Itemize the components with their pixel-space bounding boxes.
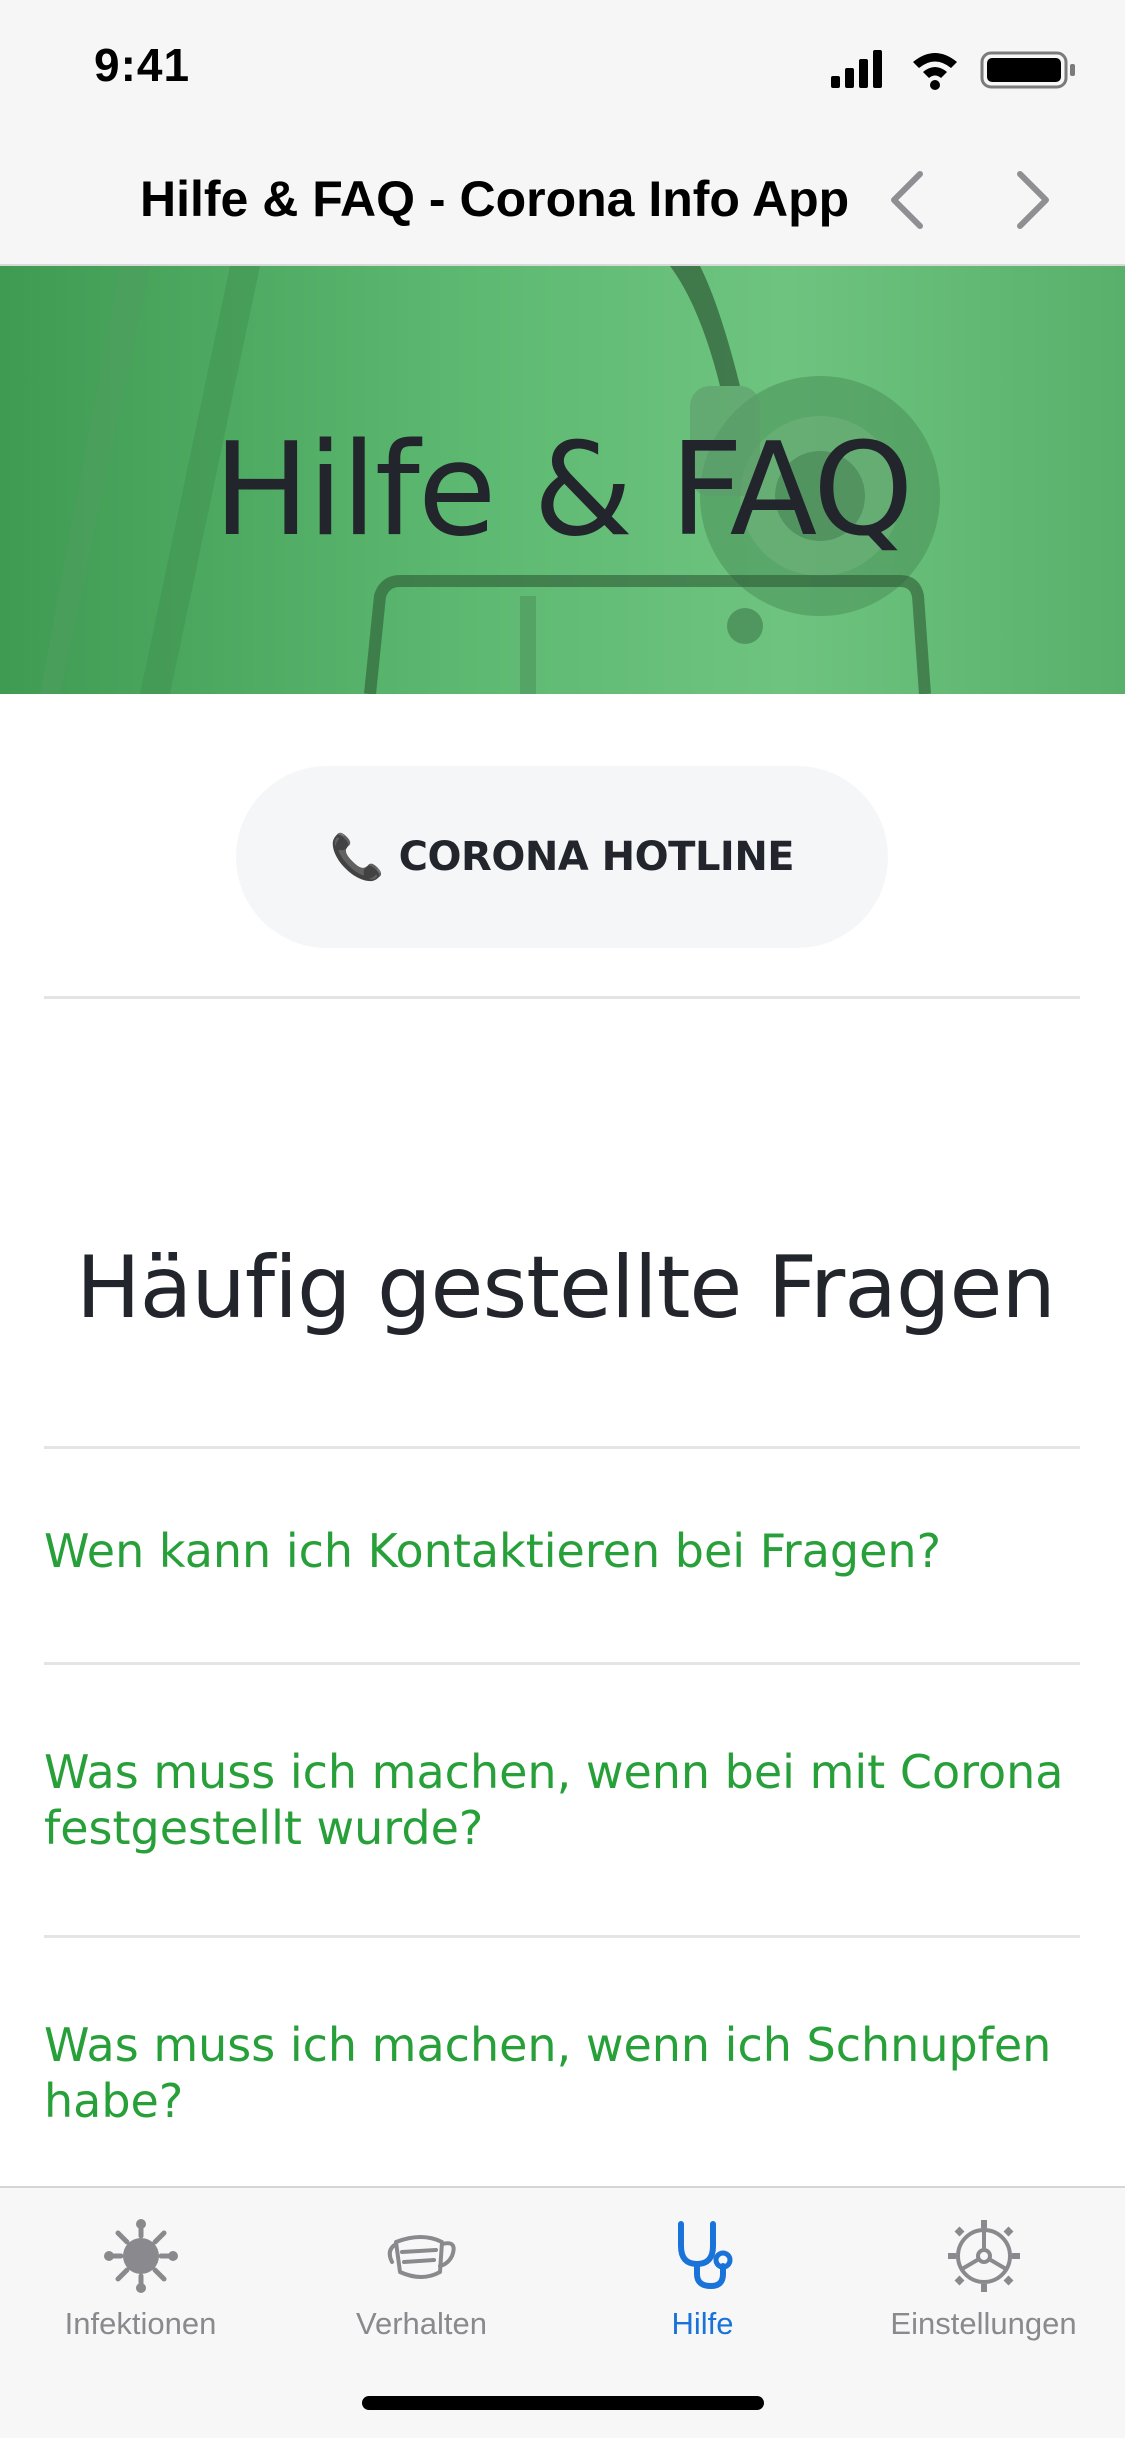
chevron-left-icon[interactable]: [880, 168, 940, 232]
hero-banner: Hilfe & FAQ: [0, 266, 1125, 694]
mask-icon: [387, 2235, 456, 2279]
faq-item[interactable]: Wen kann ich Kontaktieren bei Fragen?: [44, 1523, 1080, 1579]
tab-label: Verhalten: [356, 2306, 487, 2341]
tab-label: Hilfe: [671, 2306, 734, 2341]
divider: [44, 1662, 1080, 1665]
faq-item[interactable]: Was muss ich machen, wenn ich Schnupfen …: [44, 2017, 1080, 2129]
phone-icon: 📞: [329, 832, 385, 883]
virus-icon: [103, 2219, 178, 2293]
wifi-icon: [913, 53, 957, 90]
faq-heading: Häufig gestellte Fragen: [76, 1238, 1056, 1338]
stethoscope-icon: [677, 2221, 732, 2290]
settings-wheel-icon: [947, 2220, 1020, 2292]
home-indicator: [362, 2396, 764, 2410]
tab-infektionen[interactable]: Infektionen: [0, 2216, 281, 2366]
cellular-signal-icon: [831, 50, 882, 88]
divider: [44, 1446, 1080, 1449]
tab-label: Einstellungen: [890, 2306, 1077, 2341]
corona-hotline-button[interactable]: 📞 CORONA HOTLINE: [236, 766, 888, 948]
status-bar: 9:41: [0, 0, 1125, 130]
status-time: 9:41: [94, 39, 191, 91]
hotline-label: CORONA HOTLINE: [398, 834, 795, 880]
chevron-right-icon[interactable]: [1000, 168, 1060, 232]
status-icons: [831, 50, 1075, 90]
tab-einstellungen[interactable]: Einstellungen: [843, 2216, 1124, 2366]
divider: [44, 996, 1080, 999]
battery-icon: [980, 51, 1075, 89]
faq-item[interactable]: Was muss ich machen, wenn bei mit Corona…: [44, 1744, 1080, 1856]
hero-title: Hilfe & FAQ: [213, 416, 913, 565]
tab-verhalten[interactable]: Verhalten: [281, 2216, 562, 2366]
nav-title: Hilfe & FAQ - Corona Info App: [140, 171, 850, 227]
tab-hilfe[interactable]: Hilfe: [562, 2216, 843, 2366]
navigation-bar: Hilfe & FAQ - Corona Info App: [0, 130, 1125, 266]
divider: [44, 1935, 1080, 1938]
tab-label: Infektionen: [64, 2306, 217, 2341]
